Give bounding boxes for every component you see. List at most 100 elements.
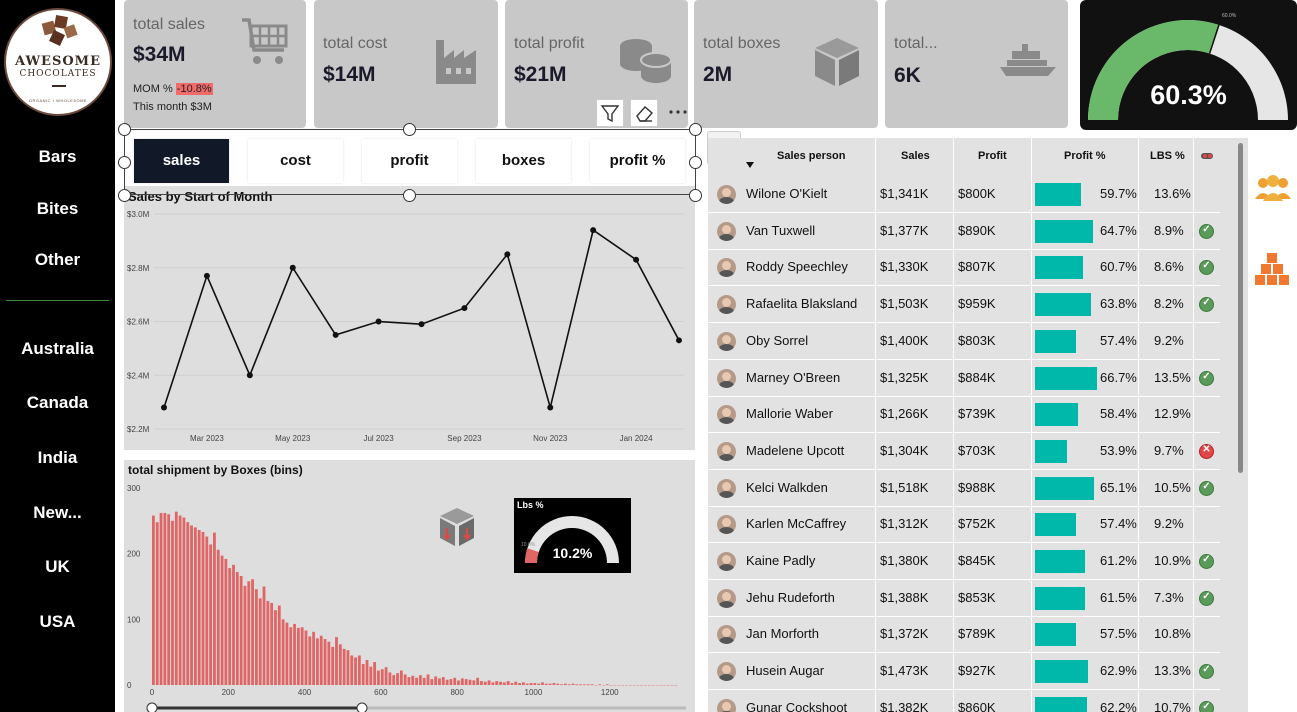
histogram-bar[interactable] (579, 684, 583, 686)
histogram-bar[interactable] (590, 684, 594, 686)
histogram-bar[interactable] (289, 627, 293, 685)
histogram-bar[interactable] (254, 589, 258, 685)
histogram-bar[interactable] (541, 682, 544, 685)
resize-handle[interactable] (118, 123, 131, 136)
resize-handle[interactable] (403, 189, 416, 202)
data-point[interactable] (418, 321, 425, 328)
table-row[interactable]: Van Tuxwell $1,377K $890K 64.7% 8.9% ✓ (708, 213, 1220, 250)
histogram-bar[interactable] (346, 650, 350, 685)
table-row[interactable]: Rafaelita Blaksland $1,503K $959K 63.8% 8.2%… (708, 286, 1220, 324)
histogram-bar[interactable] (323, 639, 327, 685)
resize-handle[interactable] (118, 189, 131, 202)
histogram-bar[interactable] (388, 672, 392, 685)
table-row[interactable]: Oby Sorrel $1,400K $803K 57.4% 9.2% (708, 323, 1220, 360)
histogram-bar[interactable] (270, 602, 274, 685)
data-point[interactable] (547, 404, 554, 411)
sort-desc-icon[interactable] (746, 162, 756, 170)
col-profit-pct[interactable]: Profit % (1064, 150, 1106, 162)
slicer-option-cost[interactable]: cost (248, 139, 343, 183)
category-bars[interactable]: Bars (0, 147, 115, 167)
histogram-bar[interactable] (308, 636, 312, 685)
data-point[interactable] (633, 256, 640, 263)
country-usa[interactable]: USA (0, 612, 115, 632)
histogram-bar[interactable] (335, 637, 338, 685)
histogram-bar[interactable] (575, 684, 579, 686)
histogram-bar[interactable] (537, 683, 541, 685)
histogram-bar[interactable] (491, 682, 495, 685)
histogram-bar[interactable] (544, 683, 548, 685)
data-point[interactable] (676, 337, 682, 344)
histogram-bar[interactable] (529, 683, 533, 685)
zoom-slider-handle[interactable] (146, 702, 158, 712)
histogram-bar[interactable] (312, 631, 316, 685)
histogram-bar[interactable] (453, 677, 457, 685)
histogram-bar[interactable] (300, 627, 304, 685)
histogram-bar[interactable] (361, 663, 365, 685)
histogram-bar[interactable] (377, 670, 380, 685)
resize-handle[interactable] (403, 123, 416, 136)
histogram-bar[interactable] (548, 683, 552, 685)
histogram-bar[interactable] (518, 683, 521, 685)
histogram-bar[interactable] (605, 684, 609, 686)
histogram-bar[interactable] (232, 564, 235, 685)
histogram-bar[interactable] (274, 610, 277, 685)
histogram-bar[interactable] (281, 619, 285, 685)
histogram-bar[interactable] (178, 515, 182, 685)
histogram-bar[interactable] (285, 622, 289, 685)
histogram-bar[interactable] (235, 572, 239, 685)
histogram-bar[interactable] (583, 684, 586, 686)
histogram-bar[interactable] (293, 623, 296, 685)
histogram-bar[interactable] (369, 666, 373, 685)
histogram-bar[interactable] (163, 512, 167, 685)
data-point[interactable] (375, 318, 382, 325)
country-uk[interactable]: UK (0, 557, 115, 577)
histogram-bar[interactable] (556, 683, 560, 685)
zoom-slider-handle[interactable] (356, 702, 368, 712)
resize-handle[interactable] (118, 156, 131, 169)
histogram-bar[interactable] (373, 662, 377, 685)
histogram-bar[interactable] (159, 512, 163, 685)
histogram-bar[interactable] (499, 681, 502, 685)
histogram-bar[interactable] (399, 670, 403, 685)
filter-button[interactable] (596, 99, 624, 127)
histogram-bar[interactable] (190, 525, 193, 685)
histogram-bar[interactable] (480, 681, 483, 685)
histogram-bar[interactable] (213, 532, 216, 685)
slicer-option-profit-pct[interactable]: profit % (590, 139, 685, 183)
resize-handle[interactable] (689, 189, 702, 202)
table-row[interactable]: Karlen McCaffrey $1,312K $752K 57.4% 9.2% (708, 506, 1220, 544)
histogram-bar[interactable] (434, 676, 438, 685)
histogram-bar[interactable] (365, 660, 369, 685)
histogram-bar[interactable] (460, 678, 464, 685)
histogram-bar[interactable] (476, 677, 480, 685)
histogram-bar[interactable] (174, 511, 178, 685)
histogram-bar[interactable] (201, 531, 205, 685)
histogram-bar[interactable] (464, 679, 468, 685)
table-row[interactable]: Kelci Walkden $1,518K $988K 65.1% 10.5% ✓ (708, 470, 1220, 507)
histogram-bar[interactable] (319, 635, 323, 685)
histogram-bar[interactable] (338, 644, 342, 685)
histogram-bar[interactable] (472, 680, 476, 685)
histogram-bar[interactable] (331, 646, 335, 685)
histogram-bar[interactable] (197, 530, 201, 685)
histogram-bar[interactable] (468, 679, 472, 685)
table-row[interactable]: Jan Morforth $1,372K $789K 57.5% 10.8% (708, 616, 1220, 654)
histogram-bar[interactable] (251, 579, 254, 685)
histogram-bar[interactable] (514, 681, 518, 685)
histogram-bar[interactable] (350, 655, 354, 685)
table-scrollbar[interactable] (1238, 143, 1243, 473)
histogram-bar[interactable] (296, 627, 300, 685)
data-point[interactable] (203, 272, 210, 279)
col-profit[interactable]: Profit (978, 150, 1007, 162)
histogram-bar[interactable] (380, 669, 384, 685)
histogram-bar[interactable] (533, 683, 537, 685)
histogram-bar[interactable] (563, 683, 567, 685)
histogram-bar[interactable] (152, 515, 155, 685)
histogram-bar[interactable] (342, 648, 346, 685)
histogram-bar[interactable] (449, 679, 453, 685)
country-australia[interactable]: Australia (0, 339, 115, 359)
resize-handle[interactable] (689, 123, 702, 136)
table-row[interactable]: Marney O'Breen $1,325K $884K 66.7% 13.5% ✓ (708, 360, 1220, 397)
table-row[interactable]: Madelene Upcott $1,304K $703K 53.9% 9.7% ✕ (708, 433, 1220, 470)
clear-selections-button[interactable] (630, 99, 658, 127)
